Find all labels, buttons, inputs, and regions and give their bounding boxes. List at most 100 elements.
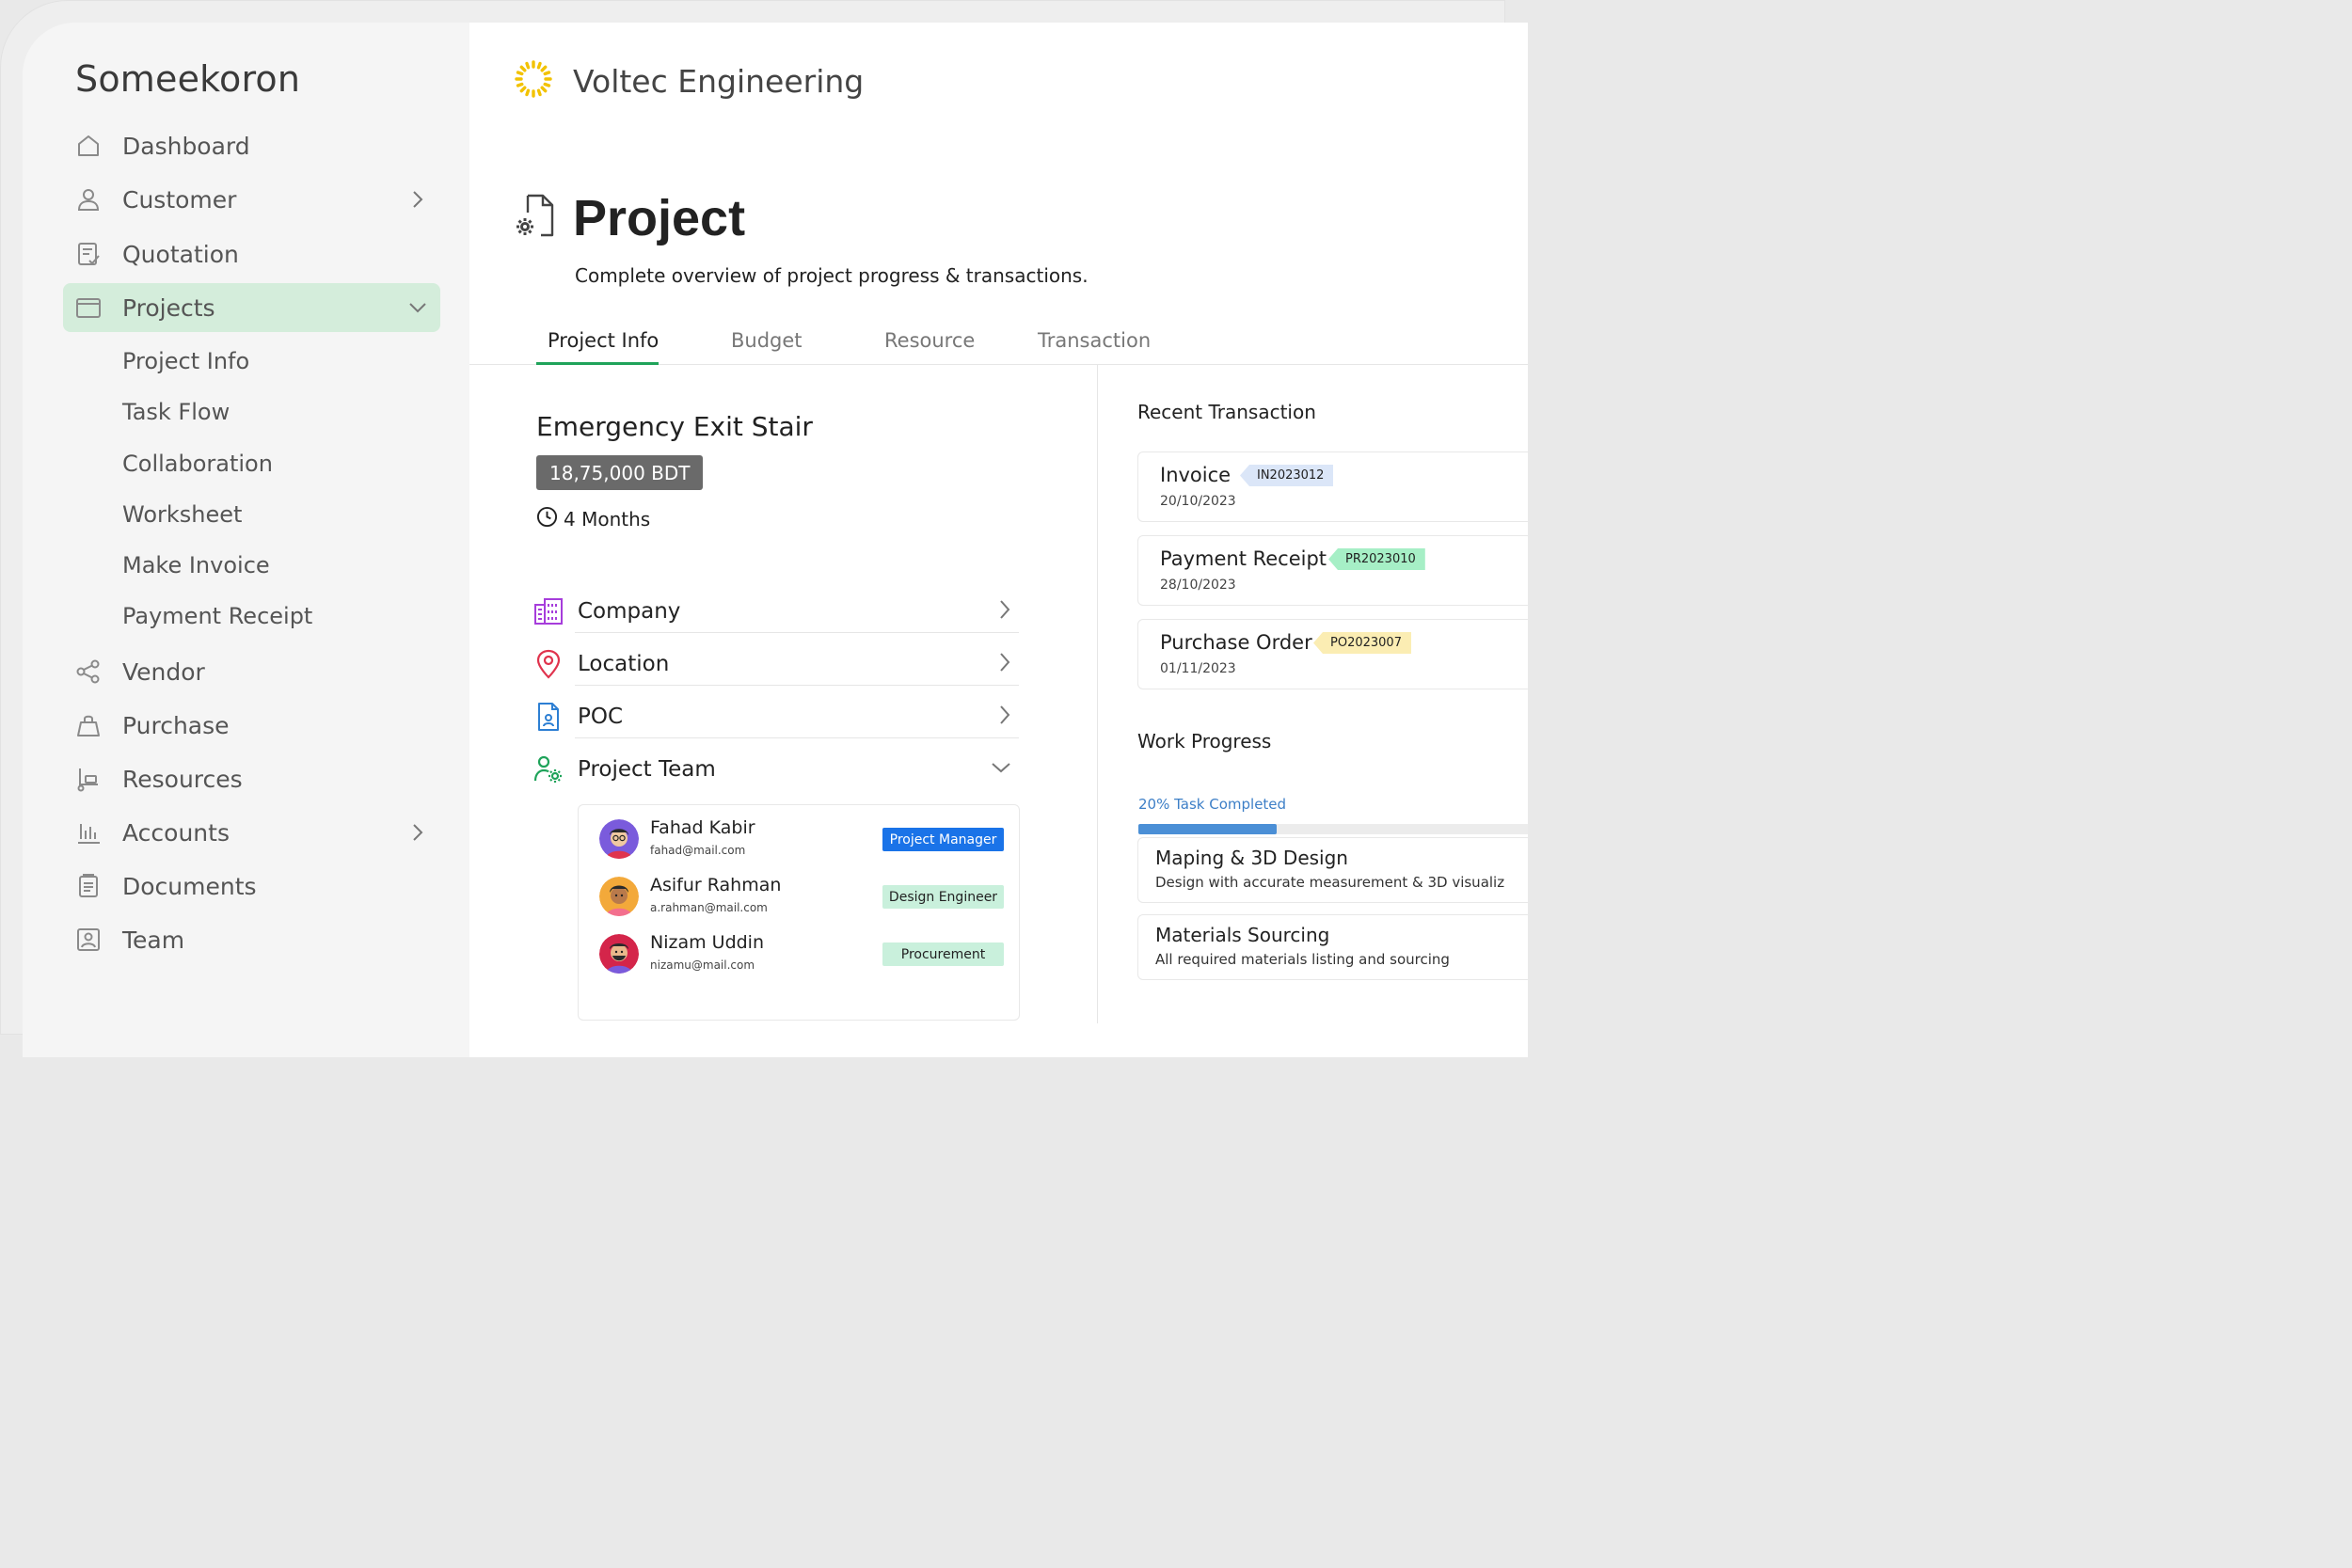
sidebar-item-label: Projects [122,293,215,322]
transaction-date: 01/11/2023 [1160,661,1236,676]
sidebar-item-label: Vendor [122,657,205,686]
task-description: All required materials listing and sourc… [1155,951,1450,968]
chevron-right-icon [998,705,1011,730]
task-card[interactable]: Materials Sourcing All required material… [1137,914,1528,980]
sidebar: Someekoron Dashboard Customer Quotation [23,23,469,1057]
task-title: Maping & 3D Design [1155,847,1348,869]
sidebar-item-purchase[interactable]: Purchase [63,701,440,750]
member-name: Asifur Rahman [650,875,782,895]
transaction-title: Payment Receipt [1160,547,1327,570]
tab-resource[interactable]: Resource [884,329,975,352]
section-label: Company [578,599,681,624]
member-email: fahad@mail.com [650,844,746,857]
sidebar-item-dashboard[interactable]: Dashboard [63,121,440,170]
sidebar-subitem-collaboration[interactable]: Collaboration [122,451,273,477]
sidebar-item-label: Dashboard [122,132,250,160]
role-badge: Project Manager [882,828,1004,851]
member-email: nizamu@mail.com [650,958,755,972]
sidebar-item-label: Purchase [122,711,230,739]
sidebar-item-label: Quotation [122,240,239,268]
transaction-date: 28/10/2023 [1160,578,1236,593]
project-name: Emergency Exit Stair [536,411,813,442]
sidebar-subitem-make-invoice[interactable]: Make Invoice [122,552,270,578]
divider [575,632,1019,633]
sidebar-item-quotation[interactable]: Quotation [63,230,440,278]
divider [575,685,1019,686]
team-member[interactable]: Asifur Rahman a.rahman@mail.com Design E… [599,874,1004,921]
progress-text: 20% Task Completed [1138,796,1287,813]
tab-transaction[interactable]: Transaction [1038,329,1151,352]
chevron-right-icon [408,823,427,842]
section-label: Location [578,652,670,676]
share-icon [75,658,102,685]
trolley-icon [75,766,102,792]
app-window: Someekoron Dashboard Customer Quotation [23,23,1528,1057]
bar-chart-icon [75,819,102,846]
company-name: Voltec Engineering [573,63,865,100]
transaction-code-tag: PR2023010 [1328,548,1425,570]
brand-logo: Someekoron [75,58,301,100]
location-pin-icon [533,649,564,679]
user-icon [75,186,102,213]
chevron-right-icon [998,652,1011,677]
tab-project-info[interactable]: Project Info [548,329,659,352]
role-badge: Procurement [882,942,1004,966]
sidebar-subitem-project-info[interactable]: Project Info [122,348,249,374]
sidebar-item-vendor[interactable]: Vendor [63,647,440,696]
document-icon [75,873,102,899]
folder-icon [75,294,102,321]
company-header: Voltec Engineering [515,60,864,103]
tab-budget[interactable]: Budget [731,329,803,352]
task-title: Materials Sourcing [1155,924,1330,946]
recent-transaction-title: Recent Transaction [1137,401,1316,423]
chevron-down-icon [991,761,1011,779]
duration: 4 Months [536,506,650,532]
page-subtitle: Complete overview of project progress & … [575,264,1089,287]
section-project-team[interactable]: Project Team [533,743,1019,796]
transaction-card[interactable]: Payment Receipt PR2023010 28/10/2023 [1137,535,1528,606]
avatar [599,877,639,916]
sidebar-item-team[interactable]: Team [63,915,440,964]
column-divider [1097,365,1098,1023]
sidebar-subitem-task-flow[interactable]: Task Flow [122,399,230,425]
file-settings-icon [515,192,556,245]
team-list: Fahad Kabir fahad@mail.com Project Manag… [578,804,1020,1021]
team-settings-icon [533,754,564,784]
sidebar-item-label: Resources [122,765,243,793]
sidebar-item-customer[interactable]: Customer [63,175,440,224]
sidebar-item-accounts[interactable]: Accounts [63,808,440,857]
section-company[interactable]: Company [533,585,1019,638]
sidebar-item-label: Team [122,926,185,954]
avatar [599,819,639,859]
sidebar-item-label: Documents [122,872,257,900]
chevron-down-icon [408,298,427,317]
task-description: Design with accurate measurement & 3D vi… [1155,874,1505,891]
sidebar-item-documents[interactable]: Documents [63,862,440,911]
member-name: Fahad Kabir [650,817,755,838]
section-poc[interactable]: POC [533,690,1019,743]
clock-icon [536,506,558,532]
sidebar-item-projects[interactable]: Projects [63,283,440,332]
transaction-code-tag: PO2023007 [1313,632,1411,654]
main-content: Voltec Engineering Project Complete over… [469,23,1528,1057]
bag-icon [75,712,102,738]
sidebar-subitem-payment-receipt[interactable]: Payment Receipt [122,603,312,629]
task-card[interactable]: Maping & 3D Design Design with accurate … [1137,837,1528,903]
budget-badge: 18,75,000 BDT [536,455,704,490]
work-progress-title: Work Progress [1137,730,1272,752]
team-member[interactable]: Fahad Kabir fahad@mail.com Project Manag… [599,816,1004,863]
transaction-title: Purchase Order [1160,631,1312,654]
sidebar-subitem-worksheet[interactable]: Worksheet [122,501,242,528]
sidebar-item-resources[interactable]: Resources [63,754,440,803]
building-icon [533,596,564,626]
section-location[interactable]: Location [533,638,1019,690]
page-title: Project [573,190,746,246]
section-label: Project Team [578,757,716,782]
transaction-code-tag: IN2023012 [1240,465,1334,486]
chevron-right-icon [998,599,1011,625]
sidebar-item-label: Accounts [122,818,230,847]
chevron-right-icon [408,190,427,209]
transaction-card[interactable]: Invoice IN2023012 20/10/2023 [1137,451,1528,522]
team-member[interactable]: Nizam Uddin nizamu@mail.com Procurement [599,931,1004,978]
transaction-card[interactable]: Purchase Order PO2023007 01/11/2023 [1137,619,1528,689]
